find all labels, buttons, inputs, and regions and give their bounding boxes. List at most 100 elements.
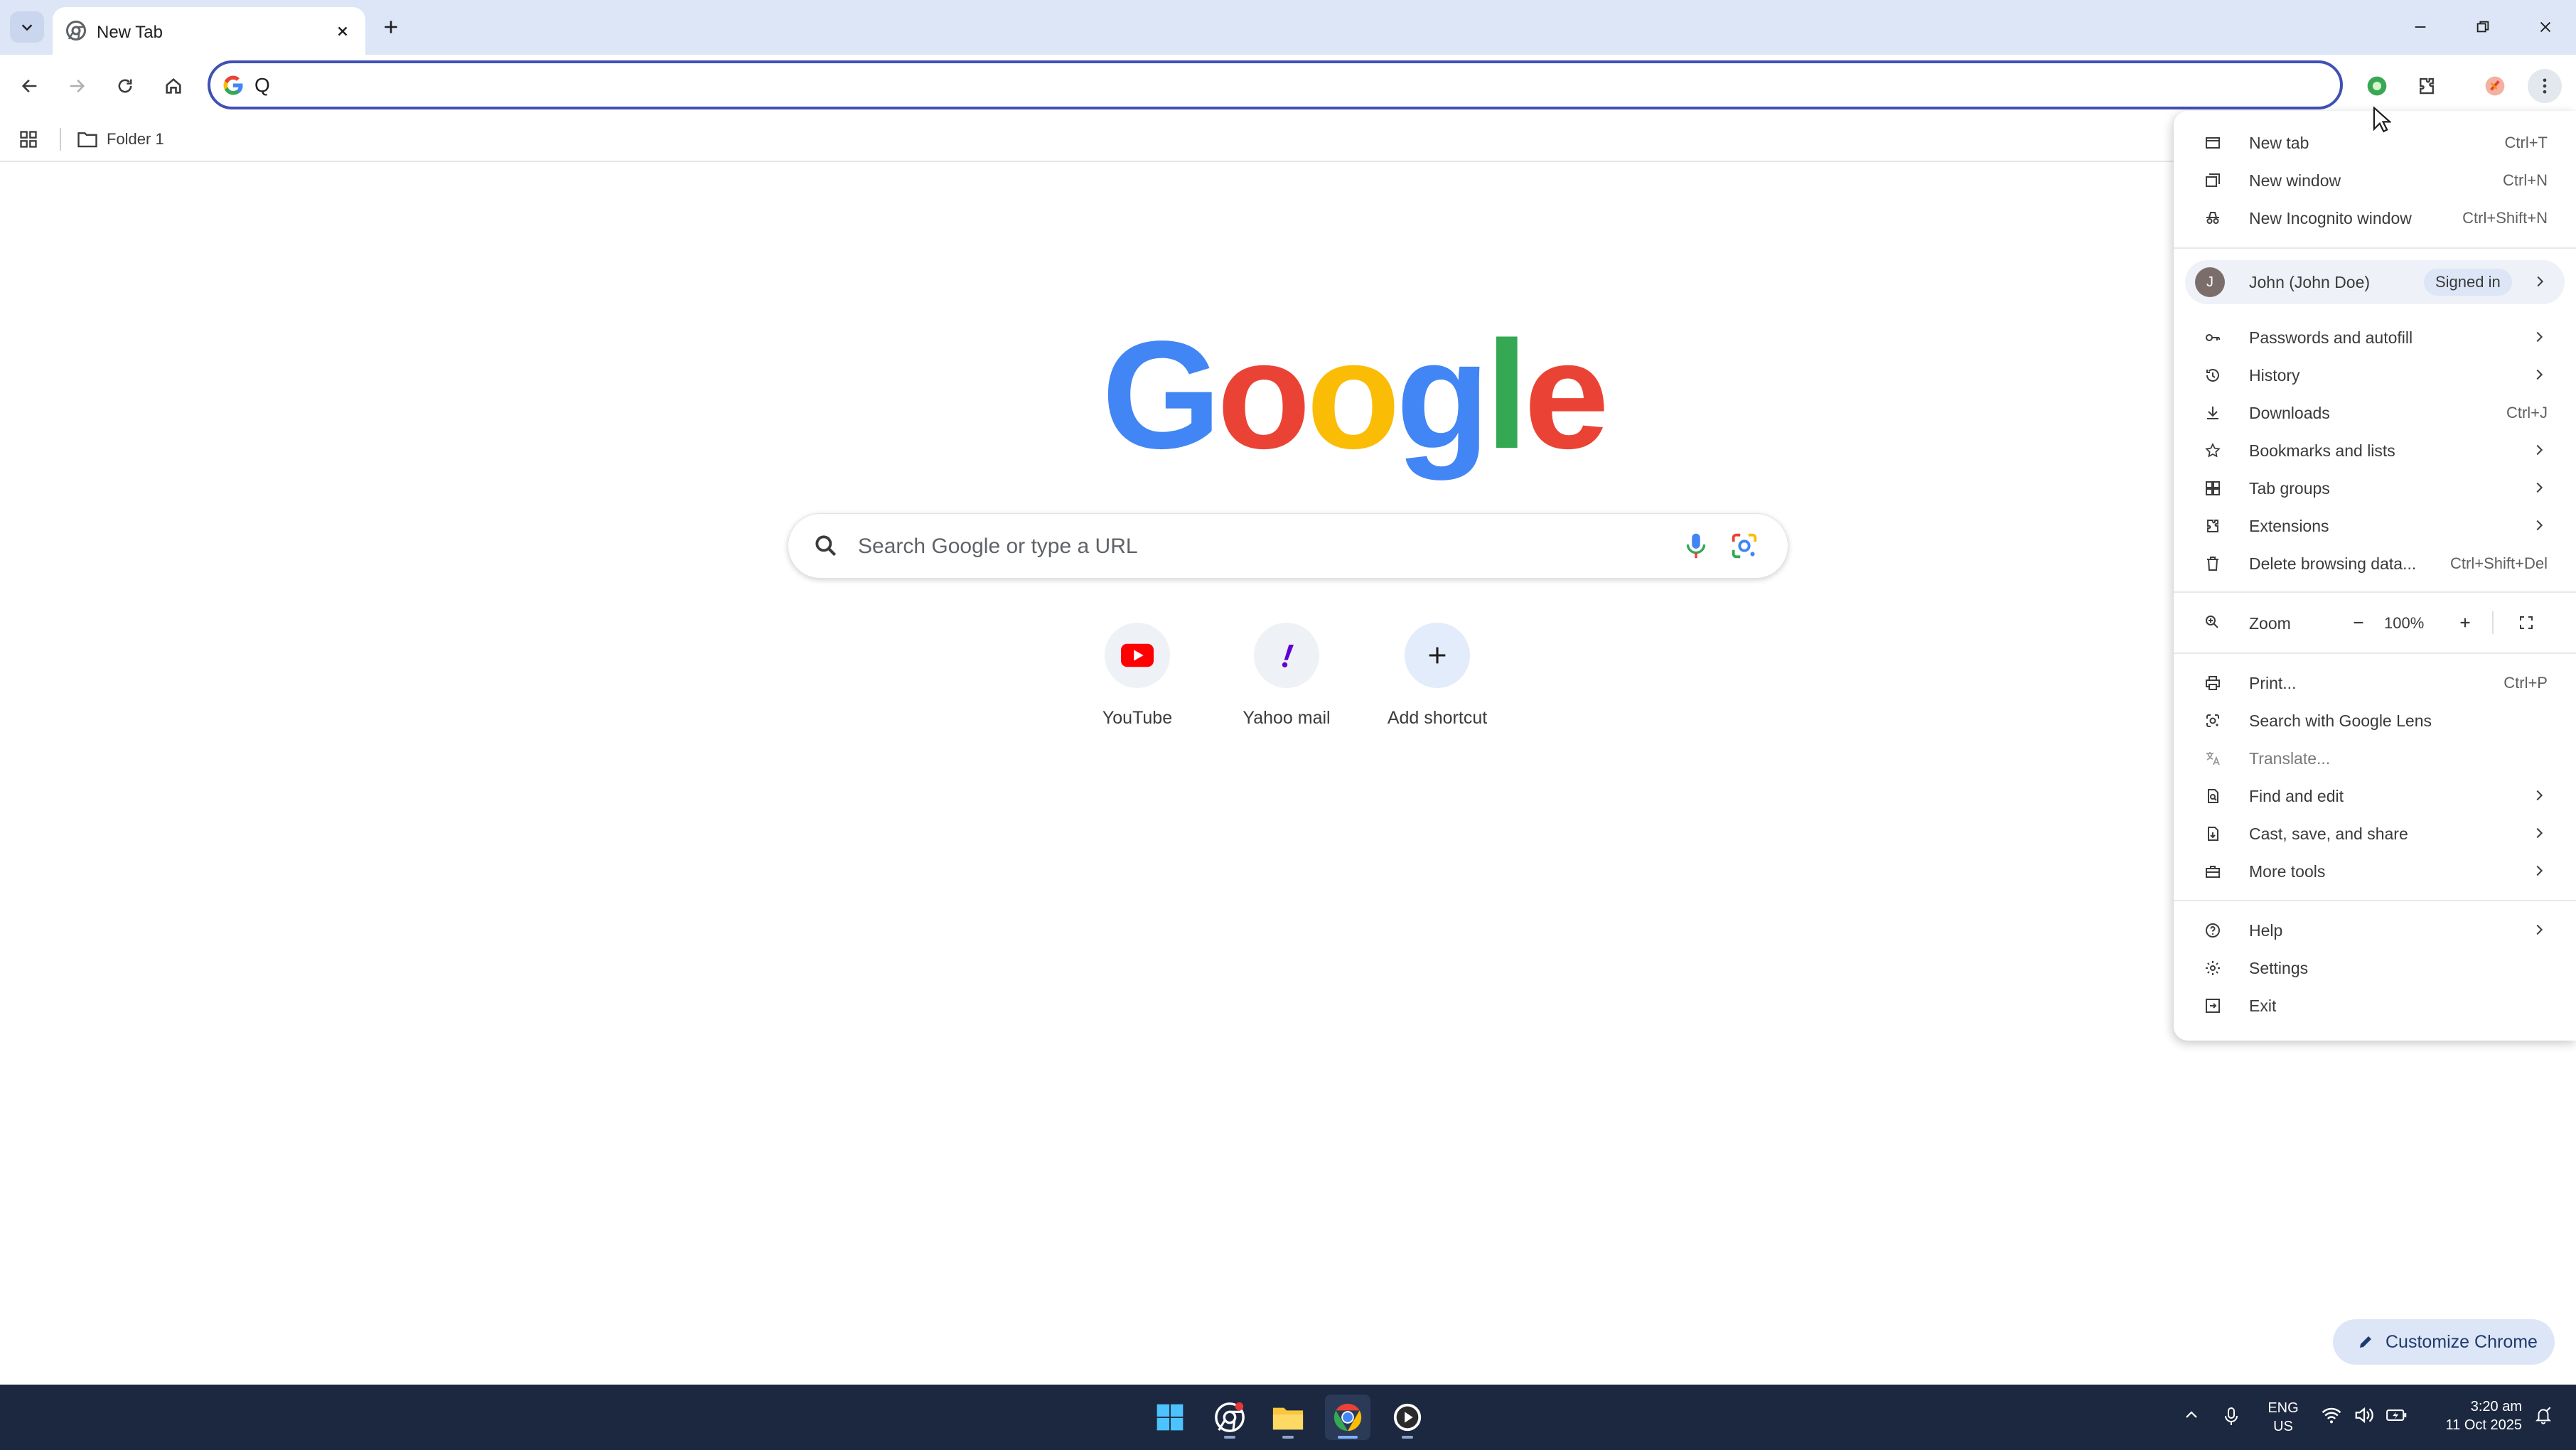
battery-icon[interactable] — [2386, 1405, 2408, 1426]
home-button[interactable] — [156, 69, 190, 103]
menu-item-label: Bookmarks and lists — [2249, 441, 2395, 460]
address-input[interactable] — [253, 72, 2243, 99]
menu-item-cast-save-share[interactable]: Cast, save, and share — [2174, 816, 2576, 850]
chrome-menu-button[interactable] — [2528, 69, 2562, 103]
microphone-icon[interactable] — [2221, 1405, 2242, 1429]
logo-letter: e — [1523, 308, 1609, 480]
menu-item-label: Extensions — [2249, 517, 2329, 535]
address-bar[interactable] — [208, 60, 2343, 109]
toolbar — [0, 55, 2576, 117]
plus-icon — [1425, 643, 1449, 667]
volume-icon[interactable] — [2353, 1405, 2376, 1426]
zoom-value: 100% — [2384, 614, 2425, 632]
fullscreen-button[interactable] — [2512, 608, 2540, 637]
chevron-right-icon — [2531, 825, 2548, 842]
taskbar-app-media-player[interactable] — [1385, 1395, 1430, 1440]
chevron-up-icon[interactable] — [2181, 1405, 2202, 1426]
notification-bell-icon[interactable] — [2532, 1405, 2555, 1427]
shortcut-yahoo-mail[interactable]: Yahoo mail — [1215, 623, 1358, 736]
new-tab-button[interactable] — [377, 13, 405, 41]
zoom-icon — [2204, 613, 2221, 630]
taskbar-app-chrome-alt[interactable] — [1207, 1395, 1252, 1440]
language-indicator[interactable]: ENG US — [2260, 1399, 2306, 1436]
gear-icon — [2204, 959, 2222, 977]
shortcut-add[interactable]: Add shortcut — [1366, 623, 1508, 736]
microphone-icon[interactable] — [1680, 530, 1712, 562]
google-search-box[interactable] — [788, 513, 1788, 579]
menu-item-print[interactable]: Print... Ctrl+P — [2174, 665, 2576, 699]
chevron-right-icon — [2531, 479, 2548, 496]
google-search-input[interactable] — [857, 530, 1638, 564]
menu-item-profile[interactable]: J John (John Doe) Signed in — [2185, 260, 2565, 304]
chrome-icon — [1331, 1401, 1364, 1434]
zoom-in-button[interactable] — [2451, 608, 2479, 637]
tab-new-tab[interactable]: New Tab — [53, 7, 365, 55]
menu-item-extensions[interactable]: Extensions — [2174, 508, 2576, 542]
green-extension-icon — [2366, 75, 2388, 97]
menu-item-find-and-edit[interactable]: Find and edit — [2174, 778, 2576, 812]
language-code: ENG — [2268, 1400, 2299, 1416]
zoom-out-button[interactable] — [2344, 608, 2373, 637]
close-tab-icon[interactable] — [331, 20, 354, 43]
taskbar-app-chrome[interactable] — [1325, 1395, 1370, 1440]
apps-button[interactable] — [14, 125, 43, 154]
chevron-right-icon — [2531, 441, 2548, 458]
menu-item-help[interactable]: Help — [2174, 913, 2576, 947]
new-window-icon — [2204, 171, 2222, 190]
windows-icon — [1154, 1402, 1186, 1433]
chevron-right-icon — [2531, 921, 2548, 938]
profile-avatar-button[interactable] — [2478, 69, 2512, 103]
chevron-right-icon — [2531, 517, 2548, 534]
menu-item-label: New window — [2249, 171, 2341, 190]
running-indicator — [1338, 1436, 1358, 1439]
reload-button[interactable] — [108, 69, 142, 103]
close-window-button[interactable] — [2528, 13, 2563, 41]
menu-item-bookmarks[interactable]: Bookmarks and lists — [2174, 433, 2576, 467]
menu-item-google-lens[interactable]: Search with Google Lens — [2174, 703, 2576, 737]
back-button[interactable] — [13, 69, 47, 103]
shortcut-label: YouTube — [1102, 708, 1173, 728]
clock-time: 3:20 am — [2470, 1399, 2522, 1414]
trash-icon — [2204, 554, 2222, 573]
menu-item-history[interactable]: History — [2174, 358, 2576, 392]
menu-item-exit[interactable]: Exit — [2174, 988, 2576, 1022]
customize-chrome-button[interactable]: Customize Chrome — [2333, 1319, 2555, 1365]
wifi-icon[interactable] — [2320, 1405, 2343, 1426]
menu-item-label: Delete browsing data... — [2249, 554, 2417, 573]
minimize-button[interactable] — [2403, 13, 2438, 41]
logo-letter: l — [1485, 308, 1528, 480]
tab-search-button[interactable] — [10, 11, 44, 43]
menu-item-tab-groups[interactable]: Tab groups — [2174, 471, 2576, 505]
chrome-menu: New tab Ctrl+T New window Ctrl+N New Inc… — [2174, 111, 2576, 1041]
forward-button[interactable] — [60, 69, 94, 103]
clock[interactable]: 3:20 am 11 Oct 2025 — [2422, 1397, 2522, 1434]
chevron-right-icon — [2531, 787, 2548, 804]
shortcut-tile — [1105, 623, 1170, 688]
menu-item-shortcut: Ctrl+Shift+Del — [2450, 554, 2548, 572]
mouse-cursor-icon — [2373, 107, 2391, 134]
menu-item-delete-browsing-data[interactable]: Delete browsing data... Ctrl+Shift+Del — [2174, 546, 2576, 580]
tab-title: New Tab — [97, 23, 163, 42]
menu-item-label: Search with Google Lens — [2249, 711, 2432, 730]
taskbar-app-file-explorer[interactable] — [1265, 1395, 1311, 1440]
menu-item-passwords[interactable]: Passwords and autofill — [2174, 320, 2576, 354]
menu-item-settings[interactable]: Settings — [2174, 950, 2576, 984]
google-g-icon — [220, 72, 246, 98]
extensions-button[interactable] — [2410, 69, 2444, 103]
start-button[interactable] — [1147, 1395, 1193, 1440]
bookmark-folder-label: Folder 1 — [107, 130, 164, 148]
green-extension-button[interactable] — [2360, 69, 2394, 103]
menu-separator — [2174, 247, 2576, 249]
restore-button[interactable] — [2465, 13, 2501, 41]
google-lens-icon[interactable] — [1728, 530, 1761, 562]
shortcut-youtube[interactable]: YouTube — [1066, 623, 1208, 736]
menu-item-downloads[interactable]: Downloads Ctrl+J — [2174, 395, 2576, 429]
menu-item-new-incognito[interactable]: New Incognito window Ctrl+Shift+N — [2174, 200, 2576, 235]
menu-item-new-window[interactable]: New window Ctrl+N — [2174, 163, 2576, 197]
bookmark-folder-1[interactable]: Folder 1 — [77, 124, 164, 155]
menu-item-more-tools[interactable]: More tools — [2174, 854, 2576, 888]
apps-grid-icon — [18, 129, 38, 149]
menu-item-label: More tools — [2249, 862, 2326, 881]
menu-item-label: Find and edit — [2249, 787, 2344, 805]
chevron-right-icon — [2531, 328, 2548, 345]
